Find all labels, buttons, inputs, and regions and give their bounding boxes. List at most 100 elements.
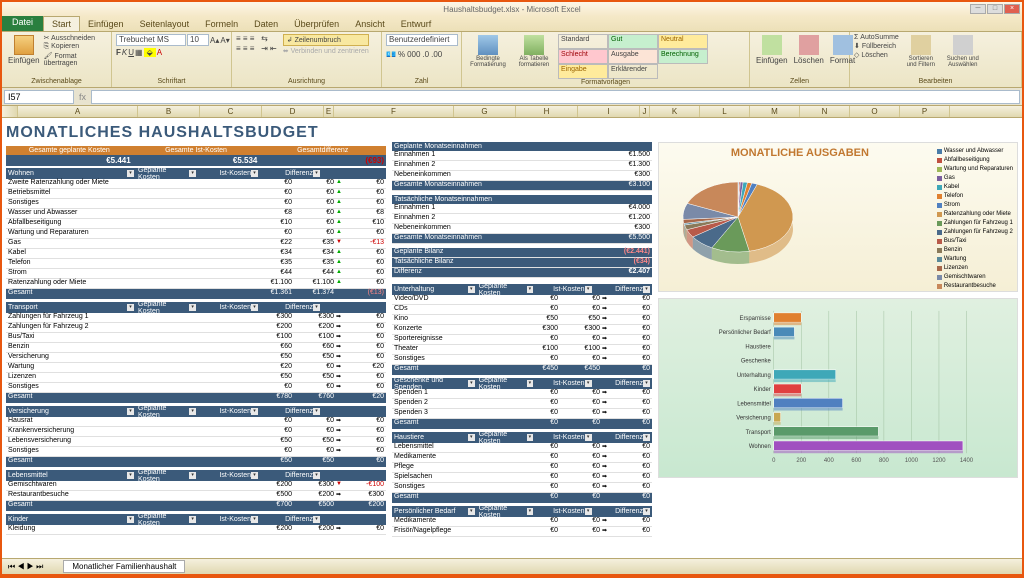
inc-decimal-button[interactable]: .0 [422,50,429,59]
column-header[interactable]: G [454,106,516,117]
table-row[interactable]: Sonstiges€0€0➡€0 [6,383,386,393]
sheet-tab[interactable]: Monatlicher Familienhaushalt [63,560,185,573]
filter-dropdown-icon[interactable]: ▾ [251,472,258,479]
close-button[interactable]: × [1004,4,1020,14]
cell-style-erklärender[interactable]: Erklärender [608,64,658,79]
sort-filter-button[interactable]: Sortieren und Filtern [901,34,941,69]
cell-style-neutral[interactable]: Neutral [658,34,708,49]
border-button[interactable]: ▦ [135,48,143,57]
increase-font-icon[interactable]: A▴ [210,36,219,45]
table-row[interactable]: Ratenzahlung oder Miete€1.100€1.100▲€0 [6,279,386,289]
column-header[interactable]: J [640,106,650,117]
filter-dropdown-icon[interactable]: ▾ [313,170,320,177]
fill-button[interactable]: ⬇ Füllbereich [854,42,899,50]
filter-dropdown-icon[interactable]: ▾ [251,170,258,177]
ribbon-tab-einfügen[interactable]: Einfügen [80,17,132,31]
filter-dropdown-icon[interactable]: ▾ [643,508,650,515]
column-header[interactable]: C [200,106,262,117]
cell-style-ausgabe[interactable]: Ausgabe [608,49,658,64]
ribbon-tab-daten[interactable]: Daten [246,17,286,31]
table-row[interactable]: Krankenversicherung€0€0➡€0 [6,427,386,437]
column-header[interactable]: F [334,106,454,117]
filter-dropdown-icon[interactable]: ▾ [585,434,592,441]
table-row[interactable]: Zweite Ratenzahlung oder Miete€0€0▲€0 [6,179,386,189]
align-top-row[interactable]: ≡ ≡ ≡ ⇆ [236,34,277,43]
decrease-font-icon[interactable]: A▾ [220,36,229,45]
filter-dropdown-icon[interactable]: ▾ [251,516,258,523]
table-row[interactable]: Nebeneinkommen€300 [392,171,652,181]
column-header[interactable]: D [262,106,324,117]
table-row[interactable]: Sonstiges€0€0➡€0 [392,483,652,493]
table-row[interactable]: Restaurantbesuche€500€200➡€300 [6,491,386,501]
column-header[interactable]: M [750,106,800,117]
table-row[interactable]: Lizenzen€50€50➡€0 [6,373,386,383]
currency-button[interactable]: 💶 [386,50,396,59]
font-color-button[interactable]: A [157,48,162,57]
table-row[interactable]: Theater€100€100➡€0 [392,345,652,355]
cell-style-berechnung[interactable]: Berechnung [658,49,708,64]
table-row[interactable]: Lebensmittel€0€0➡€0 [392,443,652,453]
table-row[interactable]: Pflege€0€0➡€0 [392,463,652,473]
table-row[interactable]: Kino€50€50➡€0 [392,315,652,325]
table-row[interactable]: Einnahmen 1€1.500 [392,151,652,161]
name-box[interactable]: I57 [4,90,74,104]
table-row[interactable]: Konzerte€300€300➡€0 [392,325,652,335]
fx-icon[interactable]: fx [79,92,86,102]
table-row[interactable]: Video/DVD€0€0➡€0 [392,295,652,305]
cell-style-eingabe[interactable]: Eingabe [558,64,608,79]
table-row[interactable]: Einnahmen 2€1.200 [392,214,652,224]
table-row[interactable]: Sonstiges€0€0▲€0 [6,199,386,209]
table-row[interactable]: Wasser und Abwasser€8€0▲€8 [6,209,386,219]
filter-dropdown-icon[interactable]: ▾ [313,304,320,311]
filter-dropdown-icon[interactable]: ▾ [468,286,475,293]
column-header[interactable]: O [850,106,900,117]
font-name-select[interactable]: Trebuchet MS [116,34,186,46]
percent-button[interactable]: % [398,50,405,59]
ribbon-tab-ansicht[interactable]: Ansicht [347,17,393,31]
table-row[interactable]: CDs€0€0➡€0 [392,305,652,315]
bold-button[interactable]: F [116,48,121,57]
table-row[interactable]: Spenden 3€0€0➡€0 [392,409,652,419]
table-row[interactable]: Betriebsmittel€0€0▲€0 [6,189,386,199]
table-row[interactable]: Lebensversicherung€50€50➡€0 [6,437,386,447]
table-row[interactable]: Zahlungen für Fahrzeug 2€200€200➡€0 [6,323,386,333]
filter-dropdown-icon[interactable]: ▾ [643,286,650,293]
filter-dropdown-icon[interactable]: ▾ [313,516,320,523]
ribbon-tab-start[interactable]: Start [43,16,80,31]
paste-button[interactable]: Einfügen [6,34,42,66]
ribbon-tab-entwurf[interactable]: Entwurf [393,17,440,31]
formula-input[interactable] [91,90,1020,104]
table-row[interactable]: Strom€44€44▲€0 [6,269,386,279]
minimize-button[interactable]: ─ [970,4,986,14]
file-tab[interactable]: Datei [2,15,43,31]
table-row[interactable]: Gas€22€35▼-€13 [6,239,386,249]
table-row[interactable]: Versicherung€50€50➡€0 [6,353,386,363]
table-row[interactable]: Wartung und Reparaturen€0€0▲€0 [6,229,386,239]
cell-style-standard[interactable]: Standard [558,34,608,49]
cell-style-schlecht[interactable]: Schlecht [558,49,608,64]
table-row[interactable]: Abfallbeseitigung€10€0▲€10 [6,219,386,229]
filter-dropdown-icon[interactable]: ▾ [527,286,533,293]
table-row[interactable]: Gesamte Monatseinnahmen€5.500 [392,234,652,244]
column-header[interactable]: H [516,106,578,117]
filter-dropdown-icon[interactable]: ▾ [643,380,650,387]
filter-dropdown-icon[interactable]: ▾ [585,286,592,293]
filter-dropdown-icon[interactable]: ▾ [585,508,592,515]
maximize-button[interactable]: □ [987,4,1003,14]
filter-dropdown-icon[interactable]: ▾ [189,516,196,523]
dec-decimal-button[interactable]: .00 [431,50,442,59]
table-row[interactable]: Spielsachen€0€0➡€0 [392,473,652,483]
ribbon-tab-formeln[interactable]: Formeln [197,17,246,31]
filter-dropdown-icon[interactable]: ▾ [468,508,475,515]
worksheet[interactable]: ABCDEFGHIJKLMNOP MONATLICHES HAUSHALTSBU… [2,106,1022,558]
table-row[interactable]: Medikamente€0€0➡€0 [392,453,652,463]
filter-dropdown-icon[interactable]: ▾ [189,170,196,177]
filter-dropdown-icon[interactable]: ▾ [127,408,134,415]
filter-dropdown-icon[interactable]: ▾ [527,508,533,515]
filter-dropdown-icon[interactable]: ▾ [585,380,592,387]
font-size-select[interactable]: 10 [187,34,209,46]
table-row[interactable]: Zahlungen für Fahrzeug 1€300€300➡€0 [6,313,386,323]
autosum-button[interactable]: Σ AutoSumme [854,34,899,41]
column-header[interactable]: K [650,106,700,117]
table-row[interactable]: Hausrat€0€0➡€0 [6,417,386,427]
